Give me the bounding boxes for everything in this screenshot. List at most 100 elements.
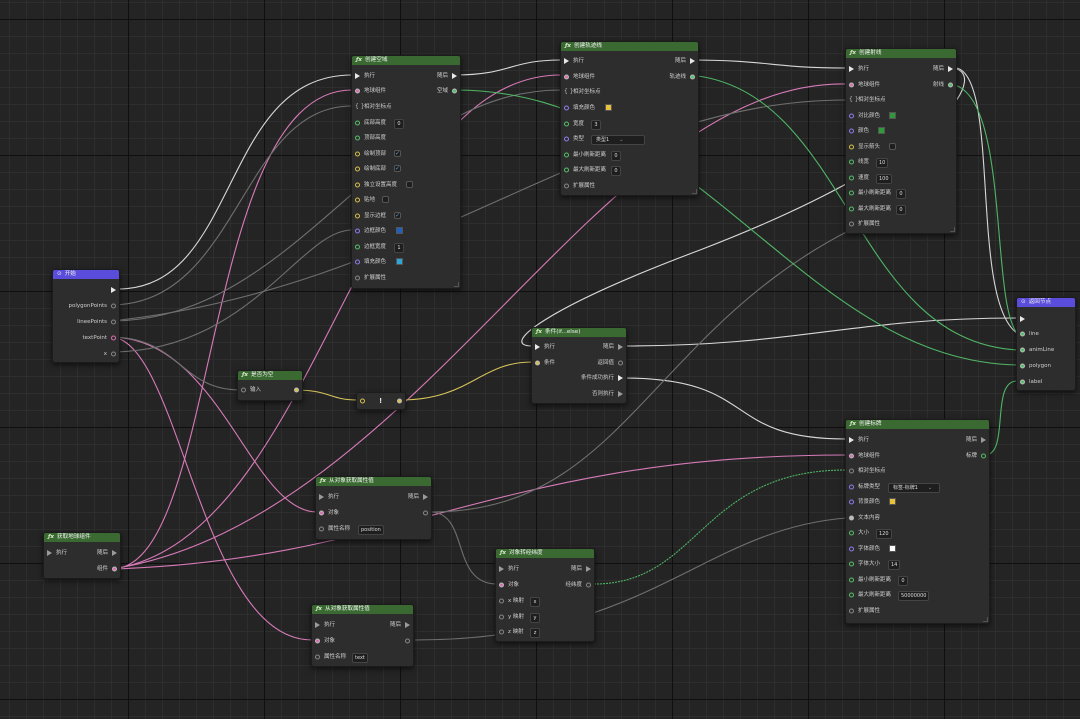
node-get-property-text[interactable]: ƒx 从对象获取属性值 执行 随后 对象 属性名称 text	[311, 604, 414, 667]
type-pin[interactable]	[564, 136, 569, 142]
fill-color-swatch[interactable]	[396, 258, 403, 265]
start-polygon-pin[interactable]	[111, 303, 116, 309]
node-condition-header[interactable]: ƒx 条件(if...else)	[532, 328, 626, 337]
node-start-header[interactable]: ⊙ 开始	[53, 270, 119, 279]
exec-out-pin[interactable]	[948, 66, 953, 72]
return-label-pin[interactable]	[1020, 379, 1025, 385]
draw-top-checkbox[interactable]	[394, 148, 401, 160]
label-type-pin[interactable]	[849, 484, 854, 490]
clamp-pin[interactable]	[355, 197, 360, 203]
speed-pin[interactable]	[849, 175, 854, 181]
draw-bottom-pin[interactable]	[355, 166, 360, 172]
component-out-pin[interactable]	[112, 566, 117, 572]
line-width-pin[interactable]	[849, 159, 854, 165]
max-dist-value[interactable]: 0	[896, 205, 906, 215]
base-height-pin[interactable]	[355, 120, 360, 126]
node-get-property-position[interactable]: ƒx 从对象获取属性值 执行 随后 对象 属性名称 position	[315, 476, 432, 540]
node-condition[interactable]: ƒx 条件(if...else) 执行 随后 条件 返回值 条件成功执行 否则执行	[531, 327, 627, 404]
fill-color-pin[interactable]	[355, 259, 360, 265]
color-pin[interactable]	[849, 128, 854, 134]
max-dist-pin[interactable]	[564, 167, 569, 173]
type-select[interactable]: 类型1 ⌄	[591, 135, 645, 145]
prop-name-value[interactable]: position	[358, 525, 384, 535]
exec-out-pin[interactable]	[112, 550, 117, 556]
x-map-value[interactable]: x	[530, 597, 540, 607]
start-textpoint-pin[interactable]	[111, 335, 116, 341]
exec-out-pin[interactable]	[423, 494, 428, 500]
y-map-pin[interactable]	[499, 614, 504, 620]
width-pin[interactable]	[564, 121, 569, 127]
label-out-pin[interactable]	[981, 453, 986, 459]
node-get-globe-header[interactable]: ƒx 获取地球组件	[44, 533, 120, 542]
cond-out-pin[interactable]	[618, 360, 623, 366]
track-out-pin[interactable]	[690, 74, 695, 80]
bg-color-pin[interactable]	[849, 499, 854, 505]
object-in-pin[interactable]	[319, 510, 324, 516]
resize-handle[interactable]	[454, 282, 459, 287]
show-border-checkbox[interactable]	[394, 210, 401, 222]
speed-value[interactable]: 100	[876, 174, 892, 184]
node-create-label[interactable]: ƒx 创建标牌 执行 随后 地球组件 标牌 相对坐标点 标牌类型 标签-标牌1 ⌄ 背景颜…	[845, 419, 990, 624]
object-in-pin[interactable]	[315, 638, 320, 644]
node-create-label-header[interactable]: ƒx 创建标牌	[846, 420, 989, 429]
globe-in-pin[interactable]	[355, 88, 360, 94]
max-dist-value[interactable]: 50000000	[898, 591, 930, 601]
x-map-pin[interactable]	[499, 598, 504, 604]
start-exec-out-pin[interactable]	[111, 287, 116, 293]
coord-out-pin[interactable]	[586, 582, 591, 588]
node-create-line-header[interactable]: ƒx 创建射线	[846, 49, 956, 58]
min-dist-value[interactable]: 0	[898, 576, 908, 586]
line-width-value[interactable]: 10	[876, 158, 889, 168]
node-get-property-header[interactable]: ƒx 从对象获取属性值	[316, 477, 431, 486]
value-out-pin[interactable]	[423, 510, 428, 516]
max-dist-value[interactable]: 0	[611, 166, 621, 176]
prop-name-pin[interactable]	[319, 526, 324, 532]
extend-pin[interactable]	[849, 608, 854, 614]
exec-in-pin[interactable]	[315, 622, 320, 628]
contrast-color-swatch[interactable]	[889, 112, 896, 119]
exec-in-pin[interactable]	[319, 494, 324, 500]
not-out-pin[interactable]	[397, 398, 402, 404]
contrast-pin[interactable]	[849, 113, 854, 119]
value-out-pin[interactable]	[405, 638, 410, 644]
top-height-pin[interactable]	[355, 135, 360, 141]
y-map-value[interactable]: y	[530, 613, 540, 623]
extend-pin[interactable]	[849, 221, 854, 227]
return-animline-pin[interactable]	[1020, 347, 1025, 353]
return-polygon-pin[interactable]	[1020, 363, 1025, 369]
node-get-globe[interactable]: ƒx 获取地球组件 执行 随后 组件	[43, 532, 121, 579]
line-out-pin[interactable]	[948, 82, 953, 88]
globe-in-pin[interactable]	[849, 453, 854, 459]
node-not[interactable]: !	[356, 392, 406, 410]
label-type-select[interactable]: 标签-标牌1 ⌄	[888, 483, 940, 493]
z-map-pin[interactable]	[499, 629, 504, 635]
min-dist-pin[interactable]	[849, 577, 854, 583]
prop-name-pin[interactable]	[315, 654, 320, 660]
exec-in-pin[interactable]	[535, 344, 540, 350]
draw-bottom-checkbox[interactable]	[394, 163, 401, 175]
points-pin[interactable]	[849, 468, 854, 474]
size-pin[interactable]	[849, 530, 854, 536]
node-is-empty[interactable]: ƒx 是否为空 输入	[237, 370, 303, 401]
exec-out-pin[interactable]	[586, 566, 591, 572]
node-create-track-header[interactable]: ƒx 创建轨迹线	[561, 42, 698, 51]
false-out-pin[interactable]	[618, 391, 623, 397]
exec-in-pin[interactable]	[564, 58, 569, 64]
node-create-line[interactable]: ƒx 创建射线 执行 随后 地球组件 射线 { } 相对坐标点 对比颜色 颜色 显示箭头…	[845, 48, 957, 234]
node-create-area-header[interactable]: ƒx 创建空域	[352, 56, 460, 65]
show-border-pin[interactable]	[355, 213, 360, 219]
z-map-value[interactable]: z	[530, 628, 540, 638]
text-pin[interactable]	[849, 515, 854, 521]
area-out-pin[interactable]	[452, 88, 457, 94]
min-dist-value[interactable]: 0	[896, 189, 906, 199]
start-x-pin[interactable]	[111, 351, 116, 357]
not-in-pin[interactable]	[360, 398, 365, 404]
prop-name-value[interactable]: text	[352, 653, 368, 663]
bg-color-swatch[interactable]	[889, 498, 896, 505]
true-out-pin[interactable]	[618, 375, 623, 381]
size-value[interactable]: 120	[876, 529, 892, 539]
object-in-pin[interactable]	[499, 582, 504, 588]
extend-pin[interactable]	[355, 275, 360, 281]
border-color-pin[interactable]	[355, 228, 360, 234]
min-dist-pin[interactable]	[849, 190, 854, 196]
